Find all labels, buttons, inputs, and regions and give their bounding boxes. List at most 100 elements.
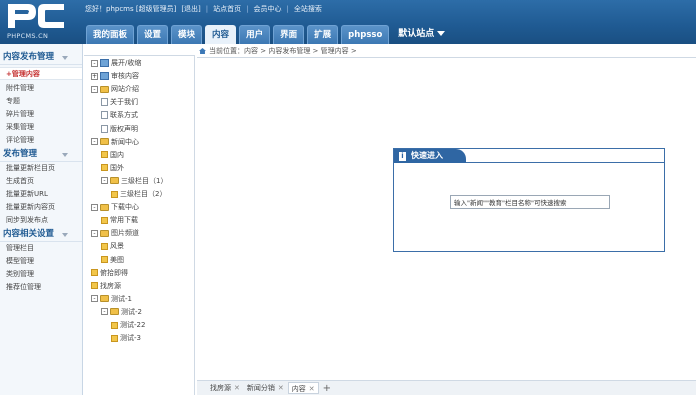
category-icon bbox=[111, 190, 118, 198]
expand-icon[interactable]: - bbox=[91, 85, 98, 93]
tree-node[interactable]: 联系方式 bbox=[101, 110, 138, 121]
tree-node[interactable]: - 网站介绍 bbox=[91, 84, 139, 95]
expand-icon[interactable]: - bbox=[91, 59, 98, 67]
tab-extend[interactable]: 扩展 bbox=[307, 25, 339, 44]
sidebar-item-categories[interactable]: 管理栏目 bbox=[0, 242, 82, 255]
tree-node-label: 测试-3 bbox=[120, 334, 141, 343]
expand-icon[interactable]: - bbox=[91, 138, 98, 146]
sidebar-item-blocks[interactable]: 碎片管理 bbox=[0, 108, 82, 121]
sidebar-item-models[interactable]: 模型管理 bbox=[0, 255, 82, 268]
tree-node[interactable]: 关于我们 bbox=[101, 97, 138, 108]
sidebar-item-collect[interactable]: 采集管理 bbox=[0, 121, 82, 134]
tree-node[interactable]: - 下载中心 bbox=[91, 202, 139, 213]
bottom-tab-find-house[interactable]: 找房源 ✕ bbox=[207, 382, 243, 394]
tab-my-panel[interactable]: 我的面板 bbox=[86, 25, 135, 44]
sidebar-section-content-settings[interactable]: 内容相关设置 bbox=[0, 227, 82, 242]
tree-node[interactable]: 三级栏目（2） bbox=[111, 189, 166, 200]
phpcms-logo-icon: PC bbox=[8, 4, 64, 28]
tree-node[interactable]: - 测试-1 bbox=[91, 294, 132, 305]
tree-node-label: 美图 bbox=[110, 255, 124, 264]
tree-node[interactable]: 找房源 bbox=[91, 281, 121, 292]
sidebar-item-positions[interactable]: 推荐位管理 bbox=[0, 281, 82, 294]
expand-icon[interactable]: - bbox=[91, 295, 98, 303]
sidebar-item-manage-content[interactable]: +管理内容 bbox=[0, 67, 82, 80]
expand-icon[interactable]: + bbox=[91, 72, 98, 80]
search-link[interactable]: 全站搜索 bbox=[294, 3, 322, 15]
tree-node[interactable]: 测试-3 bbox=[111, 333, 141, 344]
tree-node-label: 新闻中心 bbox=[111, 137, 139, 146]
sidebar-item-update-content[interactable]: 批量更新内容页 bbox=[0, 201, 82, 214]
document-icon bbox=[101, 111, 108, 120]
add-tab-icon[interactable]: + bbox=[323, 383, 331, 394]
folder-icon bbox=[100, 203, 109, 211]
chevron-down-icon bbox=[437, 31, 446, 36]
tree-node[interactable]: 国内 bbox=[101, 150, 124, 161]
sidebar-item-update-url[interactable]: 批量更新URL bbox=[0, 188, 82, 201]
sidebar-section-publish[interactable]: 发布管理 bbox=[0, 147, 82, 162]
tree-node[interactable]: - 三级栏目（1） bbox=[101, 176, 167, 187]
greeting-text: 您好！phpcms [超级管理员] bbox=[85, 5, 177, 13]
expand-icon[interactable]: - bbox=[91, 229, 98, 237]
tree-node[interactable]: - 展开/收缩 bbox=[91, 58, 141, 69]
folder-icon bbox=[100, 138, 109, 146]
close-icon[interactable]: ✕ bbox=[309, 385, 315, 393]
tree-node-label: 联系方式 bbox=[110, 111, 138, 120]
category-icon bbox=[101, 216, 108, 224]
tree-node[interactable]: 俯拾即得 bbox=[91, 268, 128, 279]
expand-icon[interactable]: - bbox=[91, 203, 98, 211]
sidebar-item-comments[interactable]: 评论管理 bbox=[0, 134, 82, 147]
tree-node[interactable]: + 审核内容 bbox=[91, 71, 139, 82]
logo[interactable]: PC PHPCMS.CN bbox=[0, 0, 80, 44]
sidebar-item-generate-index[interactable]: 生成首页 bbox=[0, 175, 82, 188]
tab-phpsso[interactable]: phpsso bbox=[341, 25, 390, 44]
close-icon[interactable]: ✕ bbox=[278, 384, 284, 392]
tree-node[interactable]: 风景 bbox=[101, 241, 124, 252]
folder-icon bbox=[100, 295, 109, 303]
logo-domain: PHPCMS.CN bbox=[7, 32, 49, 40]
sidebar-item-special[interactable]: 专题 bbox=[0, 95, 82, 108]
quick-search-input[interactable] bbox=[450, 195, 610, 209]
tree-node[interactable]: 版权声明 bbox=[101, 124, 138, 135]
tab-users[interactable]: 用户 bbox=[239, 25, 271, 44]
sidebar-section-content-publish[interactable]: 内容发布管理 bbox=[0, 50, 82, 65]
expand-icon[interactable]: - bbox=[101, 177, 108, 185]
tree-node-label: 网站介绍 bbox=[111, 85, 139, 94]
sidebar-section-title: 发布管理 bbox=[3, 149, 38, 159]
tree-toggle-icon bbox=[100, 59, 109, 67]
bottom-tab-news[interactable]: 新闻分销 ✕ bbox=[244, 382, 287, 394]
tab-modules[interactable]: 模块 bbox=[171, 25, 203, 44]
close-icon[interactable]: ✕ bbox=[234, 384, 240, 392]
sidebar-item-sync[interactable]: 同步到发布点 bbox=[0, 214, 82, 227]
tree-node-label: 测试-1 bbox=[111, 294, 132, 303]
tab-settings[interactable]: 设置 bbox=[137, 25, 169, 44]
tree-node[interactable]: 测试-22 bbox=[111, 320, 145, 331]
sidebar-item-update-category[interactable]: 批量更新栏目页 bbox=[0, 162, 82, 175]
site-select[interactable]: 默认站点 bbox=[392, 25, 446, 44]
category-icon bbox=[101, 151, 108, 159]
bottom-tab-content[interactable]: 内容 ✕ bbox=[287, 382, 319, 394]
tree-node[interactable]: 美图 bbox=[101, 255, 124, 266]
tree-node[interactable]: 国外 bbox=[101, 163, 124, 174]
tab-interface[interactable]: 界面 bbox=[273, 25, 305, 44]
tree-node-label: 常用下载 bbox=[110, 216, 138, 225]
bottom-tab-label: 内容 bbox=[291, 385, 306, 393]
sidebar-item-types[interactable]: 类别管理 bbox=[0, 268, 82, 281]
logout-link[interactable]: [退出] bbox=[181, 3, 200, 15]
tree-node[interactable]: - 图片频道 bbox=[91, 228, 139, 239]
expand-icon[interactable]: - bbox=[101, 308, 108, 316]
site-home-link[interactable]: 站点首页 bbox=[213, 3, 241, 15]
separator: | bbox=[286, 5, 289, 13]
tab-content[interactable]: 内容 bbox=[205, 25, 237, 44]
tree-node-label: 找房源 bbox=[100, 281, 121, 290]
tree-node[interactable]: 常用下载 bbox=[101, 215, 138, 226]
tree-node[interactable]: - 新闻中心 bbox=[91, 137, 139, 148]
tree-node-label: 图片频道 bbox=[111, 229, 139, 238]
separator: | bbox=[205, 5, 209, 13]
sidebar-item-attachments[interactable]: 附件管理 bbox=[0, 82, 82, 95]
tree-node[interactable]: - 测试-2 bbox=[101, 307, 142, 318]
user-bar: 您好！phpcms [超级管理员] [退出] | 站点首页 | 会员中心 | 全… bbox=[85, 3, 322, 15]
category-icon bbox=[101, 164, 108, 172]
tree-node-label: 审核内容 bbox=[111, 72, 139, 81]
tree-node-label: 测试-22 bbox=[120, 321, 146, 329]
member-center-link[interactable]: 会员中心 bbox=[254, 3, 282, 15]
